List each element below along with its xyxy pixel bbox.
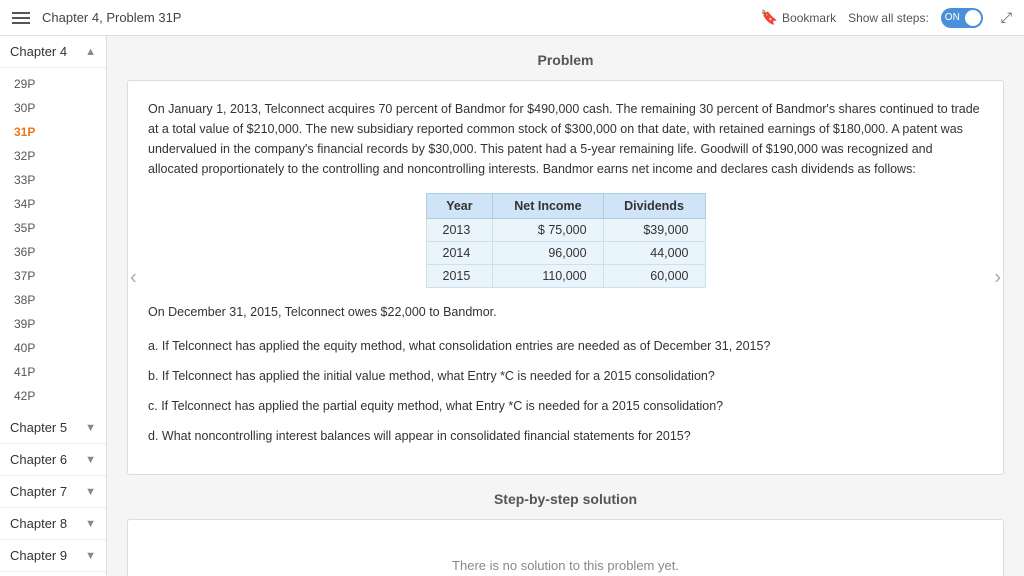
cell-dividends: 44,000 — [603, 242, 705, 265]
bookmark-icon: 🔖 — [761, 9, 778, 26]
sidebar-chapter-chapter10[interactable]: Chapter 10▼ — [0, 572, 106, 576]
sidebar-item-37P[interactable]: 37P — [0, 264, 106, 288]
cell-net-income: $ 75,000 — [493, 219, 603, 242]
part-d: d. What noncontrolling interest balances… — [148, 426, 983, 446]
sidebar-item-34P[interactable]: 34P — [0, 192, 106, 216]
chevron-down-icon: ▼ — [85, 454, 96, 466]
menu-icon[interactable] — [12, 12, 30, 24]
cell-year: 2015 — [426, 265, 493, 288]
chevron-up-icon: ▲ — [85, 46, 96, 58]
chapter-label: Chapter 9 — [10, 548, 67, 563]
chapter-label: Chapter 8 — [10, 516, 67, 531]
chevron-down-icon: ▼ — [85, 518, 96, 530]
sidebar-chapter-chapter9[interactable]: Chapter 9 ▼ — [0, 540, 106, 572]
chapter-label: Chapter 6 — [10, 452, 67, 467]
toggle-switch[interactable]: ON — [941, 8, 983, 28]
bookmark-button[interactable]: 🔖 Bookmark — [761, 9, 836, 26]
chapter-title: Chapter 4, Problem 31P — [42, 10, 749, 25]
problem-body: On January 1, 2013, Telconnect acquires … — [148, 99, 983, 179]
sidebar-item-41P[interactable]: 41P — [0, 360, 106, 384]
chapter-label: Chapter 5 — [10, 420, 67, 435]
part-b: b. If Telconnect has applied the initial… — [148, 366, 983, 386]
prev-arrow[interactable]: ‹ — [130, 266, 137, 289]
next-arrow[interactable]: › — [994, 266, 1001, 289]
chapter-label: Chapter 7 — [10, 484, 67, 499]
chevron-down-icon: ▼ — [85, 550, 96, 562]
sidebar-item-39P[interactable]: 39P — [0, 312, 106, 336]
sidebar-item-36P[interactable]: 36P — [0, 240, 106, 264]
problem-box: ‹ › On January 1, 2013, Telconnect acqui… — [127, 80, 1004, 475]
sidebar: Chapter 4 ▲ 29P30P31P32P33P34P35P36P37P3… — [0, 36, 107, 576]
cell-year: 2013 — [426, 219, 493, 242]
cell-net-income: 96,000 — [493, 242, 603, 265]
sidebar-chapter4-header[interactable]: Chapter 4 ▲ — [0, 36, 106, 68]
main-layout: Chapter 4 ▲ 29P30P31P32P33P34P35P36P37P3… — [0, 36, 1024, 576]
cell-dividends: 60,000 — [603, 265, 705, 288]
table-row: 2014 96,000 44,000 — [426, 242, 705, 265]
col-year: Year — [426, 194, 493, 219]
sidebar-item-31P[interactable]: 31P — [0, 120, 106, 144]
sidebar-item-33P[interactable]: 33P — [0, 168, 106, 192]
part-c: c. If Telconnect has applied the partial… — [148, 396, 983, 416]
sidebar-chapter-chapter7[interactable]: Chapter 7 ▼ — [0, 476, 106, 508]
chevron-down-icon: ▼ — [85, 422, 96, 434]
cell-year: 2014 — [426, 242, 493, 265]
chapter4-label: Chapter 4 — [10, 44, 67, 59]
col-dividends: Dividends — [603, 194, 705, 219]
after-table-text: On December 31, 2015, Telconnect owes $2… — [148, 302, 983, 322]
toggle-knob — [965, 10, 981, 26]
sidebar-item-30P[interactable]: 30P — [0, 96, 106, 120]
solution-box: There is no solution to this problem yet… — [127, 519, 1004, 576]
sidebar-item-40P[interactable]: 40P — [0, 336, 106, 360]
sidebar-chapter-chapter8[interactable]: Chapter 8 ▼ — [0, 508, 106, 540]
sidebar-chapter-chapter5[interactable]: Chapter 5 ▼ — [0, 412, 106, 444]
problem-section-header: Problem — [127, 52, 1004, 68]
sidebar-items-list: 29P30P31P32P33P34P35P36P37P38P39P40P41P4… — [0, 68, 106, 412]
expand-icon[interactable]: ⤢ — [1001, 9, 1012, 26]
sidebar-item-32P[interactable]: 32P — [0, 144, 106, 168]
sidebar-item-42P[interactable]: 42P — [0, 384, 106, 408]
income-table: Year Net Income Dividends 2013 $ 75,000 … — [426, 193, 706, 288]
table-row: 2015 110,000 60,000 — [426, 265, 705, 288]
content-area: Problem ‹ › On January 1, 2013, Telconne… — [107, 36, 1024, 576]
solution-section-header: Step-by-step solution — [127, 491, 1004, 507]
table-row: 2013 $ 75,000 $39,000 — [426, 219, 705, 242]
sidebar-chapter-chapter6[interactable]: Chapter 6 ▼ — [0, 444, 106, 476]
sidebar-item-29P[interactable]: 29P — [0, 72, 106, 96]
cell-dividends: $39,000 — [603, 219, 705, 242]
topbar: Chapter 4, Problem 31P 🔖 Bookmark Show a… — [0, 0, 1024, 36]
part-a: a. If Telconnect has applied the equity … — [148, 336, 983, 356]
cell-net-income: 110,000 — [493, 265, 603, 288]
chevron-down-icon: ▼ — [85, 486, 96, 498]
sidebar-item-35P[interactable]: 35P — [0, 216, 106, 240]
no-solution-text: There is no solution to this problem yet… — [148, 538, 983, 576]
show-all-steps-label: Show all steps: — [848, 11, 929, 25]
sidebar-item-38P[interactable]: 38P — [0, 288, 106, 312]
col-net-income: Net Income — [493, 194, 603, 219]
toggle-on-label: ON — [945, 12, 960, 23]
